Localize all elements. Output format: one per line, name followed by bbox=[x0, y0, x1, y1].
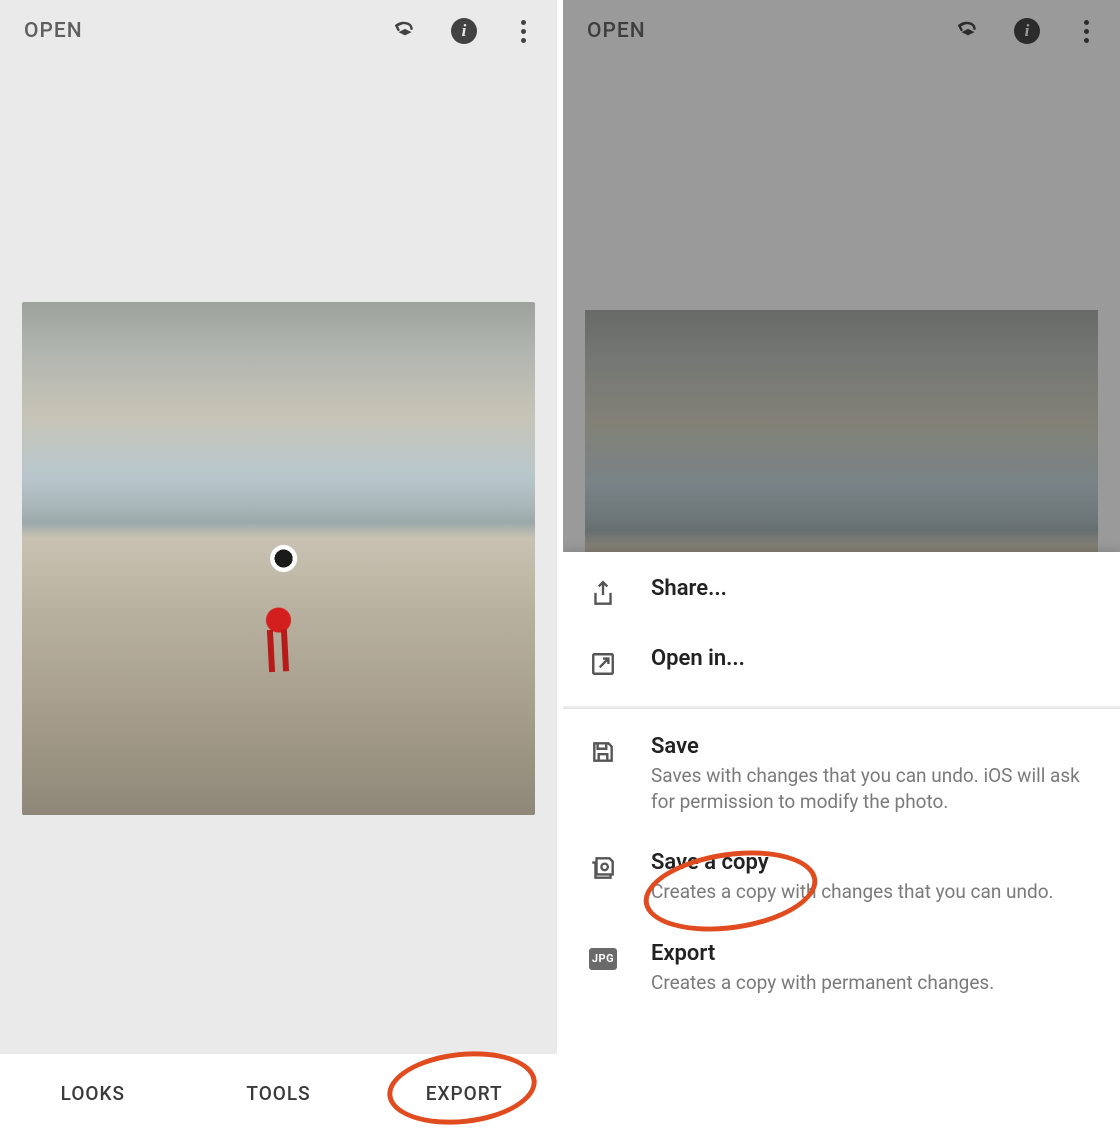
save-desc: Saves with changes that you can undo. iO… bbox=[651, 763, 1096, 814]
topbar: OPEN i bbox=[0, 0, 557, 62]
export-jpg-icon: JPG bbox=[587, 943, 619, 975]
save-icon bbox=[587, 736, 619, 768]
tab-looks[interactable]: LOOKS bbox=[0, 1082, 186, 1105]
image-canvas[interactable] bbox=[0, 62, 557, 1054]
save-copy-desc: Creates a copy with changes that you can… bbox=[651, 879, 1096, 905]
sheet-item-save[interactable]: Save Saves with changes that you can und… bbox=[563, 716, 1120, 832]
edited-photo bbox=[22, 302, 535, 815]
open-in-label: Open in... bbox=[651, 646, 1096, 671]
sheet-divider bbox=[563, 706, 1120, 708]
jpg-badge: JPG bbox=[589, 948, 617, 970]
open-in-icon bbox=[587, 648, 619, 680]
save-copy-title: Save a copy bbox=[651, 850, 1096, 875]
export-title: Export bbox=[651, 941, 1096, 966]
sheet-section-share: Share... Open in... bbox=[563, 552, 1120, 704]
info-icon[interactable]: i bbox=[451, 18, 477, 44]
topbar-actions: i bbox=[391, 17, 537, 45]
tab-export[interactable]: EXPORT bbox=[371, 1082, 557, 1105]
bottom-tabbar: LOOKS TOOLS EXPORT bbox=[0, 1054, 557, 1132]
share-icon bbox=[587, 578, 619, 610]
sheet-item-open-in[interactable]: Open in... bbox=[563, 628, 1120, 698]
undo-stack-icon[interactable] bbox=[391, 17, 419, 45]
save-title: Save bbox=[651, 734, 1096, 759]
save-copy-icon bbox=[587, 852, 619, 884]
editor-pane-right: OPEN i bbox=[557, 0, 1120, 1132]
share-label: Share... bbox=[651, 576, 1096, 601]
export-sheet: Share... Open in... bbox=[563, 552, 1120, 1132]
sheet-item-share[interactable]: Share... bbox=[563, 558, 1120, 628]
export-desc: Creates a copy with permanent changes. bbox=[651, 970, 1096, 996]
sheet-item-export[interactable]: JPG Export Creates a copy with permanent… bbox=[563, 923, 1120, 1014]
editor-pane-left: OPEN i LOOKS TOOLS EXPORT bbox=[0, 0, 557, 1132]
tab-tools[interactable]: TOOLS bbox=[186, 1082, 372, 1105]
open-button[interactable]: OPEN bbox=[24, 19, 83, 43]
sheet-section-save: Save Saves with changes that you can und… bbox=[563, 710, 1120, 1020]
more-icon[interactable] bbox=[509, 17, 537, 45]
sheet-item-save-a-copy[interactable]: Save a copy Creates a copy with changes … bbox=[563, 832, 1120, 923]
